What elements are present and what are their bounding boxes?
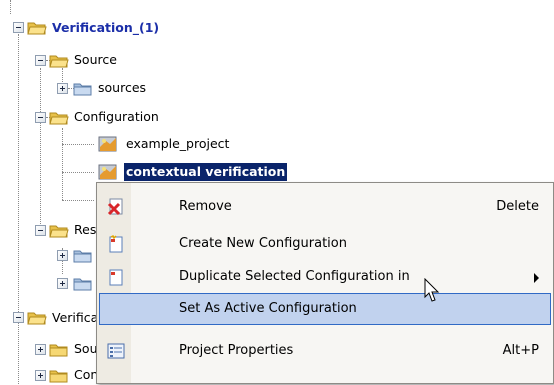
submenu-arrow-icon — [534, 273, 539, 283]
duplicate-config-icon — [107, 268, 125, 286]
properties-icon — [107, 342, 125, 360]
folder-icon — [73, 81, 93, 96]
menu-item-shortcut: Alt+P — [502, 343, 539, 358]
expander-second-source[interactable] — [35, 344, 46, 355]
new-config-icon — [107, 234, 125, 253]
remove-x-icon — [107, 198, 125, 216]
expander-source[interactable] — [35, 55, 46, 66]
tree-sources-label[interactable]: sources — [96, 79, 148, 97]
expander-root[interactable] — [13, 22, 24, 33]
menu-item-create-new-configuration[interactable]: Create New Configuration — [99, 228, 551, 260]
folder-icon — [49, 342, 69, 357]
expander-results-child[interactable] — [57, 250, 68, 261]
expander-configuration[interactable] — [35, 112, 46, 123]
menu-item-label: Project Properties — [179, 343, 294, 358]
mouse-pointer-icon — [424, 277, 444, 304]
folder-open-icon — [49, 53, 69, 68]
expander-sources[interactable] — [57, 83, 68, 94]
tree-results-label[interactable]: Res — [72, 221, 98, 239]
menu-item-label: Remove — [179, 199, 232, 214]
menu-item-label: Create New Configuration — [179, 236, 347, 251]
menu-item-shortcut: Delete — [496, 199, 539, 214]
folder-icon — [49, 368, 69, 383]
folder-open-icon — [49, 110, 69, 125]
menu-item-label: Set As Active Configuration — [179, 301, 357, 316]
expander-results-child[interactable] — [57, 278, 68, 289]
config-project-icon — [98, 135, 118, 153]
config-item-selected-label[interactable]: contextual verification — [124, 163, 288, 181]
menu-item-label: Duplicate Selected Configuration in — [179, 269, 410, 284]
folder-icon — [73, 276, 93, 291]
menu-item-project-properties[interactable]: Project Properties Alt+P — [99, 335, 551, 367]
expander-second-configuration[interactable] — [35, 370, 46, 381]
tree-source-label[interactable]: Source — [72, 51, 119, 69]
menu-item-set-active-configuration[interactable]: Set As Active Configuration — [99, 293, 551, 325]
menu-item-remove[interactable]: Remove Delete — [99, 191, 551, 223]
config-item-label[interactable]: example_project — [124, 135, 231, 153]
menu-item-duplicate-configuration[interactable]: Duplicate Selected Configuration in — [99, 261, 551, 293]
folder-open-icon — [49, 223, 69, 238]
expander-second-root[interactable] — [13, 312, 24, 323]
tree-second-root-label[interactable]: Verifica — [50, 309, 100, 327]
tree-configuration-label[interactable]: Configuration — [72, 108, 161, 126]
folder-open-icon — [27, 310, 47, 325]
expander-results[interactable] — [35, 225, 46, 236]
folder-icon — [73, 248, 93, 263]
context-menu: Remove Delete Create New Configuration D… — [96, 182, 554, 384]
config-project-icon — [98, 163, 118, 181]
folder-open-icon — [27, 20, 47, 35]
tree-root-label[interactable]: Verification_(1) — [50, 19, 161, 37]
